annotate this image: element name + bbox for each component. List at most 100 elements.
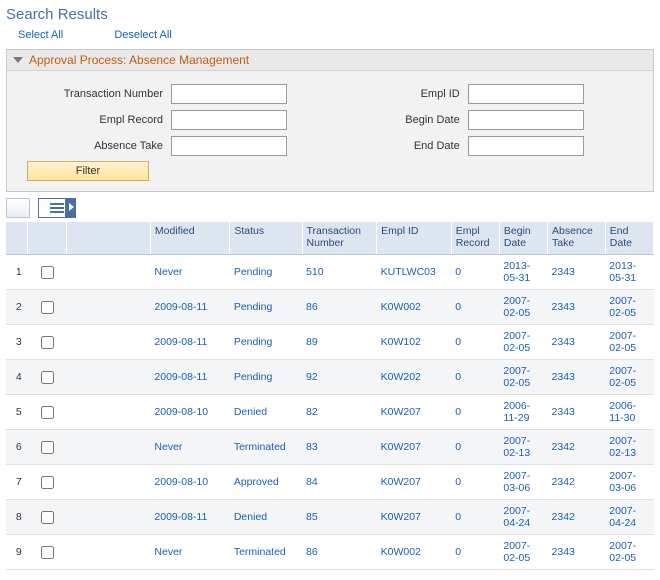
select-all-link[interactable]: Select All xyxy=(18,29,63,41)
cell-begin-date[interactable]: 2007-02-05 xyxy=(499,535,547,570)
cell-begin-date[interactable]: 2006-11-29 xyxy=(499,395,547,430)
cell-empl-id[interactable]: K0W202 xyxy=(377,360,452,395)
row-checkbox[interactable] xyxy=(41,301,54,314)
cell-empl-record[interactable]: 0 xyxy=(451,535,499,570)
cell-transaction-number[interactable]: 83 xyxy=(302,430,377,465)
cell-transaction-number[interactable]: 82 xyxy=(302,395,377,430)
cell-end-date[interactable]: 2006-11-30 xyxy=(605,395,653,430)
table-row[interactable]: 42009-08-11Pending92K0W20202007-02-05234… xyxy=(6,360,654,395)
cell-absence-take[interactable]: 2343 xyxy=(548,535,606,570)
col-status[interactable]: Status xyxy=(230,222,302,255)
cell-modified[interactable]: 2009-08-10 xyxy=(150,465,229,500)
select-toggle-button[interactable] xyxy=(6,198,30,218)
cell-absence-take[interactable]: 2343 xyxy=(548,360,606,395)
cell-begin-date[interactable]: 2007-02-13 xyxy=(499,430,547,465)
cell-status[interactable]: Pending xyxy=(230,360,302,395)
col-empl-record[interactable]: Empl Record xyxy=(451,222,499,255)
cell-modified[interactable]: 2009-08-10 xyxy=(150,395,229,430)
section-header[interactable]: Approval Process: Absence Management xyxy=(7,50,653,71)
cell-empl-record[interactable]: 0 xyxy=(451,360,499,395)
table-row[interactable]: 6NeverTerminated83K0W20702007-02-1323422… xyxy=(6,430,654,465)
cell-status[interactable]: Pending xyxy=(230,325,302,360)
cell-absence-take[interactable]: 2342 xyxy=(548,465,606,500)
cell-transaction-number[interactable]: 85 xyxy=(302,500,377,535)
row-checkbox[interactable] xyxy=(41,476,54,489)
cell-transaction-number[interactable]: 86 xyxy=(302,535,377,570)
cell-modified[interactable]: 2009-08-11 xyxy=(150,500,229,535)
row-checkbox[interactable] xyxy=(41,406,54,419)
cell-transaction-number[interactable]: 510 xyxy=(302,255,377,290)
row-checkbox[interactable] xyxy=(41,511,54,524)
table-row[interactable]: 72009-08-10Approved84K0W20702007-03-0623… xyxy=(6,465,654,500)
cell-empl-record[interactable]: 0 xyxy=(451,255,499,290)
cell-empl-id[interactable]: K0W207 xyxy=(377,465,452,500)
cell-begin-date[interactable]: 2007-02-05 xyxy=(499,360,547,395)
table-row[interactable]: 9NeverTerminated86K0W00202007-02-0523432… xyxy=(6,535,654,570)
cell-transaction-number[interactable]: 92 xyxy=(302,360,377,395)
cell-absence-take[interactable]: 2343 xyxy=(548,325,606,360)
cell-empl-id[interactable]: KUTLWC03 xyxy=(377,255,452,290)
cell-transaction-number[interactable]: 89 xyxy=(302,325,377,360)
col-transaction-number[interactable]: Transaction Number xyxy=(302,222,377,255)
table-row[interactable]: 32009-08-11Pending89K0W10202007-02-05234… xyxy=(6,325,654,360)
cell-empl-id[interactable]: K0W207 xyxy=(377,430,452,465)
cell-begin-date[interactable]: 2007-04-24 xyxy=(499,500,547,535)
col-empl-id[interactable]: Empl ID xyxy=(377,222,452,255)
table-row[interactable]: 82009-08-11Denied85K0W20702007-04-242342… xyxy=(6,500,654,535)
cell-modified[interactable]: 2009-08-11 xyxy=(150,290,229,325)
empl-record-input[interactable] xyxy=(171,110,287,130)
cell-status[interactable]: Pending xyxy=(230,255,302,290)
cell-modified[interactable]: Never xyxy=(150,255,229,290)
cell-modified[interactable]: 2009-08-11 xyxy=(150,360,229,395)
cell-begin-date[interactable]: 2007-02-05 xyxy=(499,325,547,360)
cell-empl-id[interactable]: K0W207 xyxy=(377,500,452,535)
cell-status[interactable]: Denied xyxy=(230,500,302,535)
col-end-date[interactable]: End Date xyxy=(605,222,653,255)
cell-end-date[interactable]: 2007-04-24 xyxy=(605,500,653,535)
cell-end-date[interactable]: 2007-03-06 xyxy=(605,465,653,500)
view-columns-button[interactable] xyxy=(38,198,76,218)
cell-status[interactable]: Denied xyxy=(230,395,302,430)
cell-status[interactable]: Pending xyxy=(230,290,302,325)
col-absence-take[interactable]: Absence Take xyxy=(548,222,606,255)
absence-take-input[interactable] xyxy=(171,136,287,156)
cell-modified[interactable]: 2009-08-11 xyxy=(150,325,229,360)
cell-modified[interactable]: Never xyxy=(150,535,229,570)
row-checkbox[interactable] xyxy=(41,336,54,349)
table-row[interactable]: 22009-08-11Pending86K0W00202007-02-05234… xyxy=(6,290,654,325)
table-row[interactable]: 1NeverPending510KUTLWC0302013-05-3123432… xyxy=(6,255,654,290)
cell-absence-take[interactable]: 2343 xyxy=(548,255,606,290)
empl-id-input[interactable] xyxy=(468,84,584,104)
cell-empl-id[interactable]: K0W002 xyxy=(377,535,452,570)
cell-absence-take[interactable]: 2342 xyxy=(548,430,606,465)
deselect-all-link[interactable]: Deselect All xyxy=(114,29,171,41)
cell-empl-record[interactable]: 0 xyxy=(451,325,499,360)
cell-status[interactable]: Terminated xyxy=(230,535,302,570)
cell-end-date[interactable]: 2007-02-05 xyxy=(605,325,653,360)
row-checkbox[interactable] xyxy=(41,441,54,454)
col-begin-date[interactable]: Begin Date xyxy=(499,222,547,255)
filter-button[interactable]: Filter xyxy=(27,161,149,181)
cell-begin-date[interactable]: 2007-03-06 xyxy=(499,465,547,500)
cell-end-date[interactable]: 2007-02-05 xyxy=(605,290,653,325)
cell-empl-id[interactable]: K0W207 xyxy=(377,395,452,430)
cell-modified[interactable]: Never xyxy=(150,430,229,465)
cell-transaction-number[interactable]: 86 xyxy=(302,290,377,325)
cell-end-date[interactable]: 2007-02-05 xyxy=(605,360,653,395)
cell-empl-record[interactable]: 0 xyxy=(451,430,499,465)
cell-end-date[interactable]: 2007-02-05 xyxy=(605,535,653,570)
cell-end-date[interactable]: 2007-02-13 xyxy=(605,430,653,465)
cell-begin-date[interactable]: 2007-02-05 xyxy=(499,290,547,325)
cell-end-date[interactable]: 2013-05-31 xyxy=(605,255,653,290)
cell-transaction-number[interactable]: 84 xyxy=(302,465,377,500)
cell-empl-record[interactable]: 0 xyxy=(451,290,499,325)
cell-empl-id[interactable]: K0W102 xyxy=(377,325,452,360)
begin-date-input[interactable] xyxy=(468,110,584,130)
cell-status[interactable]: Terminated xyxy=(230,430,302,465)
row-checkbox[interactable] xyxy=(41,266,54,279)
cell-absence-take[interactable]: 2342 xyxy=(548,500,606,535)
cell-begin-date[interactable]: 2013-05-31 xyxy=(499,255,547,290)
cell-absence-take[interactable]: 2343 xyxy=(548,290,606,325)
cell-empl-record[interactable]: 0 xyxy=(451,465,499,500)
end-date-input[interactable] xyxy=(468,136,584,156)
